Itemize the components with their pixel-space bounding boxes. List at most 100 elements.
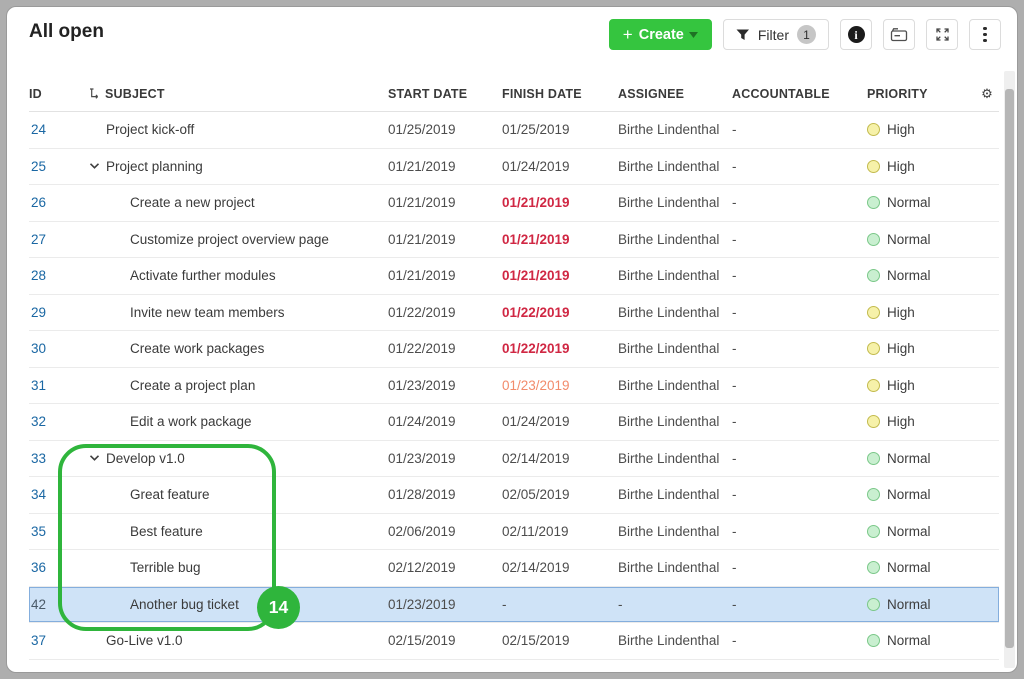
work-package-id-link[interactable]: 26	[31, 195, 46, 210]
subject-text[interactable]: Project planning	[106, 159, 203, 174]
accountable[interactable]: -	[732, 268, 867, 283]
accountable[interactable]: -	[732, 122, 867, 137]
start-date[interactable]: 02/15/2019	[388, 633, 502, 648]
filter-button[interactable]: Filter 1	[723, 19, 829, 50]
table-row[interactable]: 25 Project planning 01/21/2019 01/24/201…	[29, 149, 999, 186]
fullscreen-button[interactable]	[926, 19, 958, 50]
assignee[interactable]: Birthe Lindenthal	[618, 524, 732, 539]
finish-date[interactable]: 01/21/2019	[502, 232, 618, 247]
start-date[interactable]: 01/21/2019	[388, 268, 502, 283]
assignee[interactable]: Birthe Lindenthal	[618, 122, 732, 137]
subject-text[interactable]: Create work packages	[130, 341, 264, 356]
finish-date[interactable]: 02/15/2019	[502, 633, 618, 648]
subject-text[interactable]: Great feature	[130, 487, 210, 502]
subject-text[interactable]: Create a project plan	[130, 378, 255, 393]
finish-date[interactable]: 01/21/2019	[502, 268, 618, 283]
subject-text[interactable]: Project kick-off	[106, 122, 194, 137]
accountable[interactable]: -	[732, 305, 867, 320]
priority[interactable]: High	[867, 122, 963, 137]
finish-date[interactable]: -	[502, 597, 618, 612]
subject-text[interactable]: Develop v1.0	[106, 451, 185, 466]
work-package-id-link[interactable]: 34	[31, 487, 46, 502]
subject-text[interactable]: Go-Live v1.0	[106, 633, 183, 648]
more-menu-button[interactable]	[969, 19, 1001, 50]
accountable[interactable]: -	[732, 524, 867, 539]
finish-date[interactable]: 01/21/2019	[502, 195, 618, 210]
accountable[interactable]: -	[732, 597, 867, 612]
table-row[interactable]: 42 Another bug ticket 01/23/2019 - - - N…	[29, 587, 999, 624]
column-header-accountable[interactable]: ACCOUNTABLE	[732, 87, 867, 101]
accountable[interactable]: -	[732, 560, 867, 575]
priority[interactable]: High	[867, 159, 963, 174]
assignee[interactable]: Birthe Lindenthal	[618, 159, 732, 174]
finish-date[interactable]: 02/14/2019	[502, 451, 618, 466]
column-header-id[interactable]: ID	[29, 87, 89, 101]
table-row[interactable]: 36 Terrible bug 02/12/2019 02/14/2019 Bi…	[29, 550, 999, 587]
assignee[interactable]: Birthe Lindenthal	[618, 305, 732, 320]
accountable[interactable]: -	[732, 341, 867, 356]
scrollbar-thumb[interactable]	[1005, 89, 1014, 648]
finish-date[interactable]: 01/24/2019	[502, 414, 618, 429]
priority[interactable]: Normal	[867, 524, 963, 539]
finish-date[interactable]: 01/25/2019	[502, 122, 618, 137]
start-date[interactable]: 01/28/2019	[388, 487, 502, 502]
priority[interactable]: Normal	[867, 560, 963, 575]
table-row[interactable]: 27 Customize project overview page 01/21…	[29, 222, 999, 259]
accountable[interactable]: -	[732, 633, 867, 648]
priority[interactable]: Normal	[867, 195, 963, 210]
table-row[interactable]: 31 Create a project plan 01/23/2019 01/2…	[29, 368, 999, 405]
work-package-id-link[interactable]: 36	[31, 560, 46, 575]
assignee[interactable]: Birthe Lindenthal	[618, 195, 732, 210]
priority[interactable]: High	[867, 378, 963, 393]
start-date[interactable]: 01/23/2019	[388, 451, 502, 466]
priority[interactable]: Normal	[867, 232, 963, 247]
subject-text[interactable]: Edit a work package	[130, 414, 252, 429]
table-row[interactable]: 32 Edit a work package 01/24/2019 01/24/…	[29, 404, 999, 441]
finish-date[interactable]: 02/11/2019	[502, 524, 618, 539]
start-date[interactable]: 01/22/2019	[388, 341, 502, 356]
column-header-priority[interactable]: PRIORITY	[867, 87, 963, 101]
work-package-id-link[interactable]: 25	[31, 159, 46, 174]
chevron-down-icon[interactable]	[89, 163, 100, 170]
start-date[interactable]: 02/12/2019	[388, 560, 502, 575]
work-package-id-link[interactable]: 37	[31, 633, 46, 648]
finish-date[interactable]: 01/24/2019	[502, 159, 618, 174]
subject-text[interactable]: Activate further modules	[130, 268, 276, 283]
table-row[interactable]: 35 Best feature 02/06/2019 02/11/2019 Bi…	[29, 514, 999, 551]
assignee[interactable]: Birthe Lindenthal	[618, 378, 732, 393]
accountable[interactable]: -	[732, 159, 867, 174]
column-header-finish-date[interactable]: FINISH DATE	[502, 87, 618, 101]
assignee[interactable]: Birthe Lindenthal	[618, 451, 732, 466]
table-row[interactable]: 34 Great feature 01/28/2019 02/05/2019 B…	[29, 477, 999, 514]
table-row[interactable]: 28 Activate further modules 01/21/2019 0…	[29, 258, 999, 295]
subject-text[interactable]: Create a new project	[130, 195, 255, 210]
start-date[interactable]: 01/21/2019	[388, 159, 502, 174]
create-button[interactable]: + Create	[609, 19, 712, 50]
start-date[interactable]: 01/24/2019	[388, 414, 502, 429]
accountable[interactable]: -	[732, 232, 867, 247]
subject-text[interactable]: Invite new team members	[130, 305, 285, 320]
table-row[interactable]: 24 Project kick-off 01/25/2019 01/25/201…	[29, 112, 999, 149]
subject-text[interactable]: Best feature	[130, 524, 203, 539]
info-button[interactable]: i	[840, 19, 872, 50]
start-date[interactable]: 01/21/2019	[388, 232, 502, 247]
priority[interactable]: Normal	[867, 451, 963, 466]
start-date[interactable]: 01/23/2019	[388, 597, 502, 612]
priority[interactable]: Normal	[867, 597, 963, 612]
accountable[interactable]: -	[732, 195, 867, 210]
assignee[interactable]: Birthe Lindenthal	[618, 487, 732, 502]
start-date[interactable]: 01/21/2019	[388, 195, 502, 210]
work-package-id-link[interactable]: 35	[31, 524, 46, 539]
card-view-button[interactable]	[883, 19, 915, 50]
subject-text[interactable]: Terrible bug	[130, 560, 201, 575]
start-date[interactable]: 01/25/2019	[388, 122, 502, 137]
assignee[interactable]: Birthe Lindenthal	[618, 268, 732, 283]
priority[interactable]: High	[867, 341, 963, 356]
work-package-id-link[interactable]: 27	[31, 232, 46, 247]
start-date[interactable]: 02/06/2019	[388, 524, 502, 539]
assignee[interactable]: Birthe Lindenthal	[618, 341, 732, 356]
priority[interactable]: Normal	[867, 633, 963, 648]
work-package-id-link[interactable]: 24	[31, 122, 46, 137]
work-package-id-link[interactable]: 31	[31, 378, 46, 393]
subject-text[interactable]: Another bug ticket	[130, 597, 239, 612]
